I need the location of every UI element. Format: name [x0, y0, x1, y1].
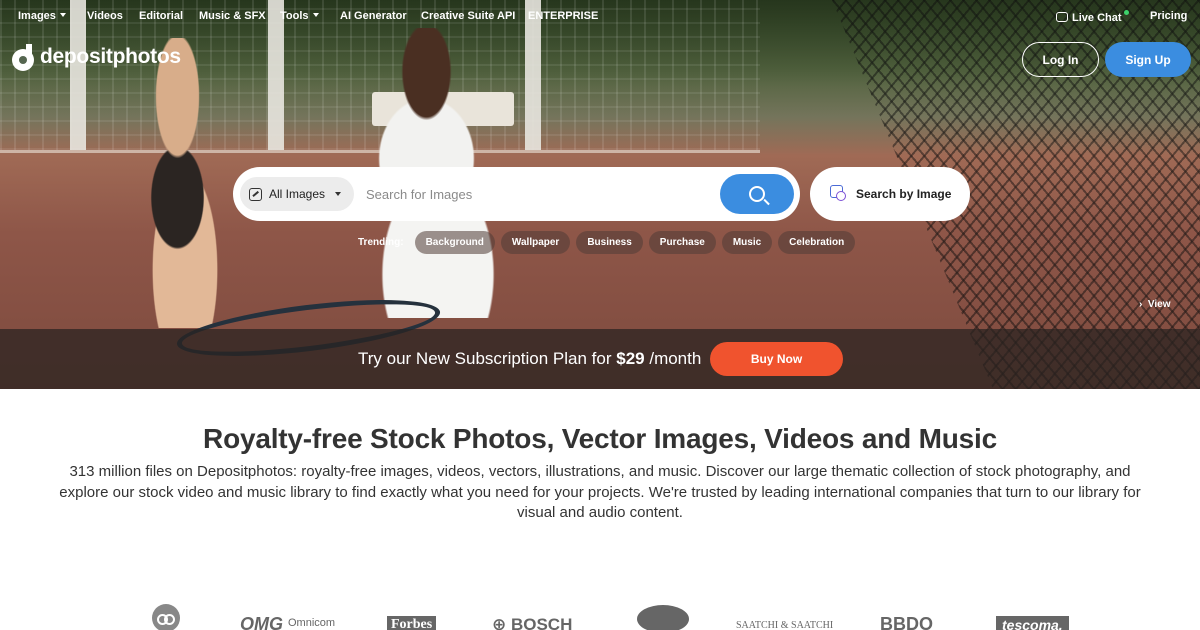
page-description: 313 million files on Depositphotos: roya… [59, 463, 1141, 521]
bbdo-logo: BBDO [880, 614, 933, 630]
promo-text: Try our New Subscription Plan for $29 /m… [358, 349, 701, 369]
nav-enterprise[interactable]: ENTERPRISE [528, 10, 598, 22]
nav-music-sfx[interactable]: Music & SFX [199, 10, 266, 22]
omg-mark: OMG [240, 614, 288, 630]
top-navigation: Images Videos Editorial Music & SFX Tool… [0, 0, 1200, 32]
nav-creative-suite-api[interactable]: Creative Suite API [421, 10, 515, 22]
promo-text-before: Try our New Subscription Plan for [358, 349, 617, 368]
nav-editorial[interactable]: Editorial [139, 10, 183, 22]
nav-tools-label: Tools [280, 10, 309, 22]
live-chat-label: Live Chat [1072, 12, 1122, 24]
signup-button[interactable]: Sign Up [1105, 42, 1191, 77]
trending-chip[interactable]: Music [721, 231, 773, 254]
live-chat-link[interactable]: Live Chat [1056, 10, 1129, 24]
buy-now-button[interactable]: Buy Now [710, 342, 843, 376]
search-button[interactable] [720, 174, 794, 214]
tescoma-logo: tescoma. [996, 616, 1069, 630]
search-type-dropdown[interactable]: All Images [240, 177, 354, 211]
image-search-icon [830, 184, 849, 204]
omnicom-logo: OMG Omnicom [240, 614, 335, 630]
search-input[interactable] [366, 183, 716, 205]
nav-ai-generator[interactable]: AI Generator [340, 10, 407, 22]
depositphotos-logo-icon [12, 44, 36, 71]
promo-text-after: /month [644, 349, 702, 368]
subaru-logo [637, 605, 689, 630]
bosch-logo: ⊕ BOSCH [492, 615, 572, 630]
chevron-down-icon [59, 13, 66, 17]
trending-tags: Trending: Background Wallpaper Business … [358, 231, 856, 254]
trending-label: Trending: [358, 237, 404, 248]
trending-chip[interactable]: Business [576, 231, 643, 254]
promo-price: $29 [616, 349, 645, 368]
search-by-image-label: Search by Image [856, 187, 952, 201]
nav-pricing[interactable]: Pricing [1150, 10, 1187, 22]
chevron-down-icon [312, 13, 319, 17]
trending-chip[interactable]: Purchase [648, 231, 716, 254]
forbes-logo: Forbes [387, 616, 437, 630]
nav-images-label: Images [18, 10, 56, 22]
login-button[interactable]: Log In [1022, 42, 1099, 77]
nav-images[interactable]: Images [18, 10, 66, 22]
chevron-right-icon: › [1139, 299, 1148, 310]
search-bar: All Images [233, 167, 800, 221]
image-icon [249, 187, 262, 201]
site-logo[interactable]: depositphotos [12, 44, 181, 71]
logo-text: depositphotos [40, 45, 181, 68]
saatchi-logo: SAATCHI & SAATCHI [736, 620, 834, 630]
online-status-dot [1123, 10, 1129, 15]
page-heading: Royalty-free Stock Photos, Vector Images… [203, 423, 997, 454]
view-photo-link[interactable]: › View [1139, 299, 1171, 310]
bosch-label: BOSCH [510, 615, 573, 630]
omnicom-label: Omnicom [288, 617, 336, 629]
bosch-mark-icon: ⊕ [492, 615, 511, 630]
search-type-label: All Images [269, 187, 326, 201]
trending-chip[interactable]: Celebration [778, 231, 856, 254]
search-icon [749, 186, 765, 202]
tripadvisor-logo [152, 604, 180, 630]
search-by-image-button[interactable]: Search by Image [810, 167, 970, 221]
nav-videos[interactable]: Videos [87, 10, 123, 22]
view-label: View [1147, 299, 1171, 310]
chevron-down-icon [335, 192, 342, 196]
trending-chip[interactable]: Background [414, 231, 495, 254]
nav-tools[interactable]: Tools [280, 10, 319, 22]
chat-icon [1056, 12, 1068, 22]
trending-chip[interactable]: Wallpaper [500, 231, 571, 254]
